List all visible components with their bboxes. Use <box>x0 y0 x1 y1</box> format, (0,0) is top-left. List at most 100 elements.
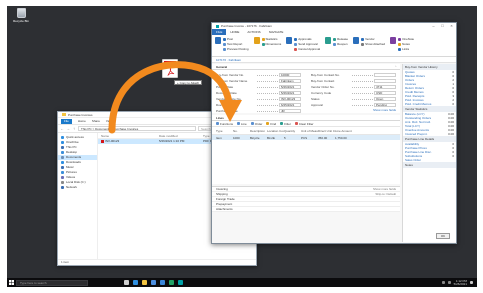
erp-maximize-button[interactable]: □ <box>438 23 447 29</box>
lines-column-header[interactable]: Type <box>216 129 233 133</box>
edge-icon[interactable] <box>133 280 138 285</box>
factbox-section-title[interactable]: Notes <box>403 162 456 168</box>
lines-column-header[interactable]: Quantity <box>284 129 301 133</box>
taskbar-search-input[interactable]: Type here to search <box>16 279 88 286</box>
erp-title: Purchase Invoice - 107176 · Fabrikam <box>221 24 272 28</box>
ribbon-group: Statistics Dimensions <box>253 37 282 56</box>
field-input[interactable]: 4711 <box>374 84 396 89</box>
lines-tool-label: Find <box>270 121 277 126</box>
lines-tool-button[interactable]: Line <box>237 122 247 126</box>
lines-tool-button[interactable]: Order <box>250 122 262 126</box>
lines-tool-button[interactable]: Filter <box>280 122 291 126</box>
ribbon-item[interactable]: Dimensions <box>261 42 282 46</box>
field-input[interactable] <box>374 78 396 83</box>
erp-tab-file[interactable]: FILE <box>212 29 227 35</box>
erp-minimize-button[interactable]: – <box>429 23 438 29</box>
lines-column-header[interactable]: Location Code <box>267 129 284 133</box>
ribbon-item[interactable]: Cancel Approval <box>294 47 320 51</box>
ribbon-large-icon[interactable] <box>286 37 293 44</box>
column-name[interactable]: Name <box>101 133 159 138</box>
field-leader <box>257 98 278 100</box>
field-leader <box>257 110 278 112</box>
ribbon-item[interactable]: Links <box>398 47 414 51</box>
start-button[interactable] <box>7 278 16 287</box>
back-arrow-icon[interactable]: ← <box>60 126 64 131</box>
ribbon-tab-share[interactable]: Share <box>92 119 100 123</box>
ribbon-item[interactable]: Reopen <box>333 42 348 46</box>
ribbon-item[interactable]: Release <box>333 37 348 41</box>
network-icon[interactable] <box>441 281 445 284</box>
task-view-icon[interactable] <box>124 280 129 285</box>
field-input[interactable]: Open <box>374 96 396 101</box>
ribbon-large-icon[interactable] <box>390 37 397 44</box>
ribbon-tab-home[interactable]: Home <box>78 119 86 123</box>
ribbon-item-label: OneNote <box>402 37 415 41</box>
recycle-bin[interactable]: Recycle Bin <box>9 8 33 23</box>
ribbon-item[interactable]: Vendor <box>361 37 385 41</box>
field-input[interactable]: JR <box>279 108 301 113</box>
lines-tool-icon <box>266 122 270 125</box>
ribbon-item[interactable]: Send Approval <box>294 42 320 46</box>
taskbar: Type here to search 1:12 PM 5/26/2021 <box>7 278 477 287</box>
ribbon-large-icon[interactable] <box>353 37 360 44</box>
ribbon-large-icon[interactable] <box>253 37 260 44</box>
field-input[interactable]: INV-00123 <box>279 96 301 101</box>
lines-tool-button[interactable]: Find <box>266 122 276 126</box>
ok-button[interactable]: OK <box>436 233 450 239</box>
field-input[interactable]: 5/26/2021 <box>279 84 301 89</box>
ribbon-tab-file[interactable]: File <box>61 118 72 124</box>
volume-icon[interactable] <box>447 281 451 284</box>
ribbon-large-icon[interactable] <box>325 37 332 44</box>
ribbon-item[interactable]: Show Attached <box>361 42 385 46</box>
ribbon-large-icon[interactable] <box>215 37 221 44</box>
lines-column-header[interactable]: Unit of Measure <box>301 129 318 133</box>
lines-column-header[interactable]: Description <box>250 129 267 133</box>
erp-tab-navigate[interactable]: NAVIGATE <box>265 29 288 35</box>
ribbon-item[interactable]: Notes <box>398 42 414 46</box>
dynamics-icon[interactable] <box>178 280 183 285</box>
ribbon-tab-view[interactable]: View <box>106 119 112 123</box>
column-date[interactable]: Date modified <box>159 133 203 138</box>
ribbon-item[interactable]: Preview Posting <box>223 47 249 51</box>
field-input[interactable]: 5/26/2021 <box>279 90 301 95</box>
lines-tool-button[interactable]: Clear Filter <box>294 122 314 126</box>
ribbon-item-icon <box>398 42 402 46</box>
forward-arrow-icon[interactable]: → <box>66 126 70 131</box>
field-input[interactable]: Pending <box>374 102 396 107</box>
ribbon-item[interactable]: OneNote <box>398 37 414 41</box>
ribbon-item-label: Dimensions <box>265 42 282 46</box>
acrobat-icon <box>167 67 175 76</box>
erp-tab-home[interactable]: HOME <box>226 29 243 35</box>
lines-column-header[interactable]: No. <box>233 129 250 133</box>
store-icon[interactable] <box>151 280 156 285</box>
clock[interactable]: 1:12 PM 5/26/2021 <box>454 279 467 286</box>
address-bar[interactable]: This PC > Documents > Purchase Invoices <box>78 126 196 131</box>
field-label: Currency Code <box>311 90 332 95</box>
ribbon-item[interactable]: Statistics <box>261 37 282 41</box>
bottom-fasttab-summary <box>396 197 400 201</box>
erp-close-button[interactable]: × <box>447 23 456 29</box>
nav-item[interactable]: Network <box>58 185 97 190</box>
lines-tool-button[interactable]: Functions <box>216 122 233 126</box>
ribbon-item[interactable]: Approvals <box>294 37 320 41</box>
notifications-icon[interactable] <box>470 281 473 284</box>
erp-tab-actions[interactable]: ACTIONS <box>243 29 264 35</box>
dragged-pdf-file[interactable]: PDF <box>162 59 178 78</box>
field-input[interactable]: 10000 <box>279 72 301 77</box>
field-input[interactable] <box>374 72 396 77</box>
ribbon-item[interactable]: Test Report <box>223 42 249 46</box>
lines-column-header[interactable]: Line Amount <box>335 129 352 133</box>
up-arrow-icon[interactable]: ↑ <box>72 126 76 131</box>
ribbon-item[interactable]: Post <box>223 37 249 41</box>
app-icon[interactable] <box>169 280 174 285</box>
desktop: Recycle Bin Purchase Invoices – □ × File… <box>7 6 477 287</box>
ribbon-item-icon <box>361 37 365 41</box>
lines-column-header[interactable]: Direct Unit Cost <box>318 129 335 133</box>
field-input[interactable]: Fabrikam <box>279 78 301 83</box>
bottom-fasttab[interactable]: Attachments <box>212 207 400 212</box>
field-input[interactable]: USD <box>374 90 396 95</box>
bottom-fasttab-label: Invoicing <box>216 187 228 191</box>
file-explorer-icon[interactable] <box>142 280 147 285</box>
field-input[interactable]: 6/25/2021 <box>279 102 301 107</box>
mail-icon[interactable] <box>160 280 165 285</box>
